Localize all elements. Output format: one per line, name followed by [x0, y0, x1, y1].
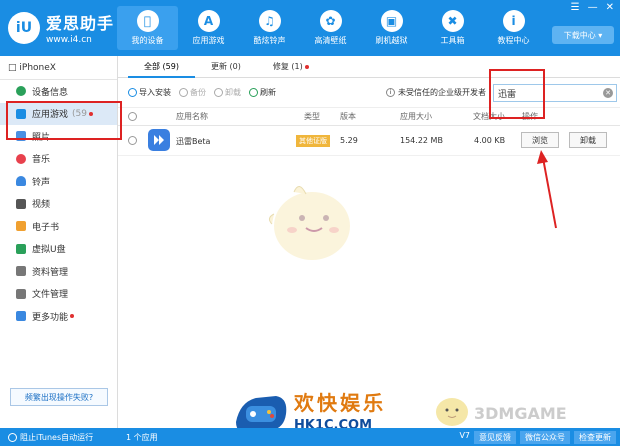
status-bar: 阻止iTunes自动运行 1 个应用 V7 意见反馈 微信公众号 检查更新 — [0, 428, 620, 446]
watermark-site: 3DMGAME — [474, 404, 567, 423]
itunes-checkbox[interactable] — [8, 432, 17, 442]
feedback-button[interactable]: 意见反馈 — [474, 430, 516, 444]
itunes-block-toggle[interactable]: 阻止iTunes自动运行 — [0, 432, 118, 443]
version-label: V7 — [459, 430, 470, 440]
app-count: 1 个应用 — [126, 432, 158, 442]
annotation-arrow — [537, 150, 557, 229]
mascot-small — [436, 398, 468, 426]
watermark-cn: 欢快娱乐 — [294, 391, 386, 415]
check-update-button[interactable]: 检查更新 — [574, 430, 616, 444]
wechat-button[interactable]: 微信公众号 — [520, 430, 570, 444]
